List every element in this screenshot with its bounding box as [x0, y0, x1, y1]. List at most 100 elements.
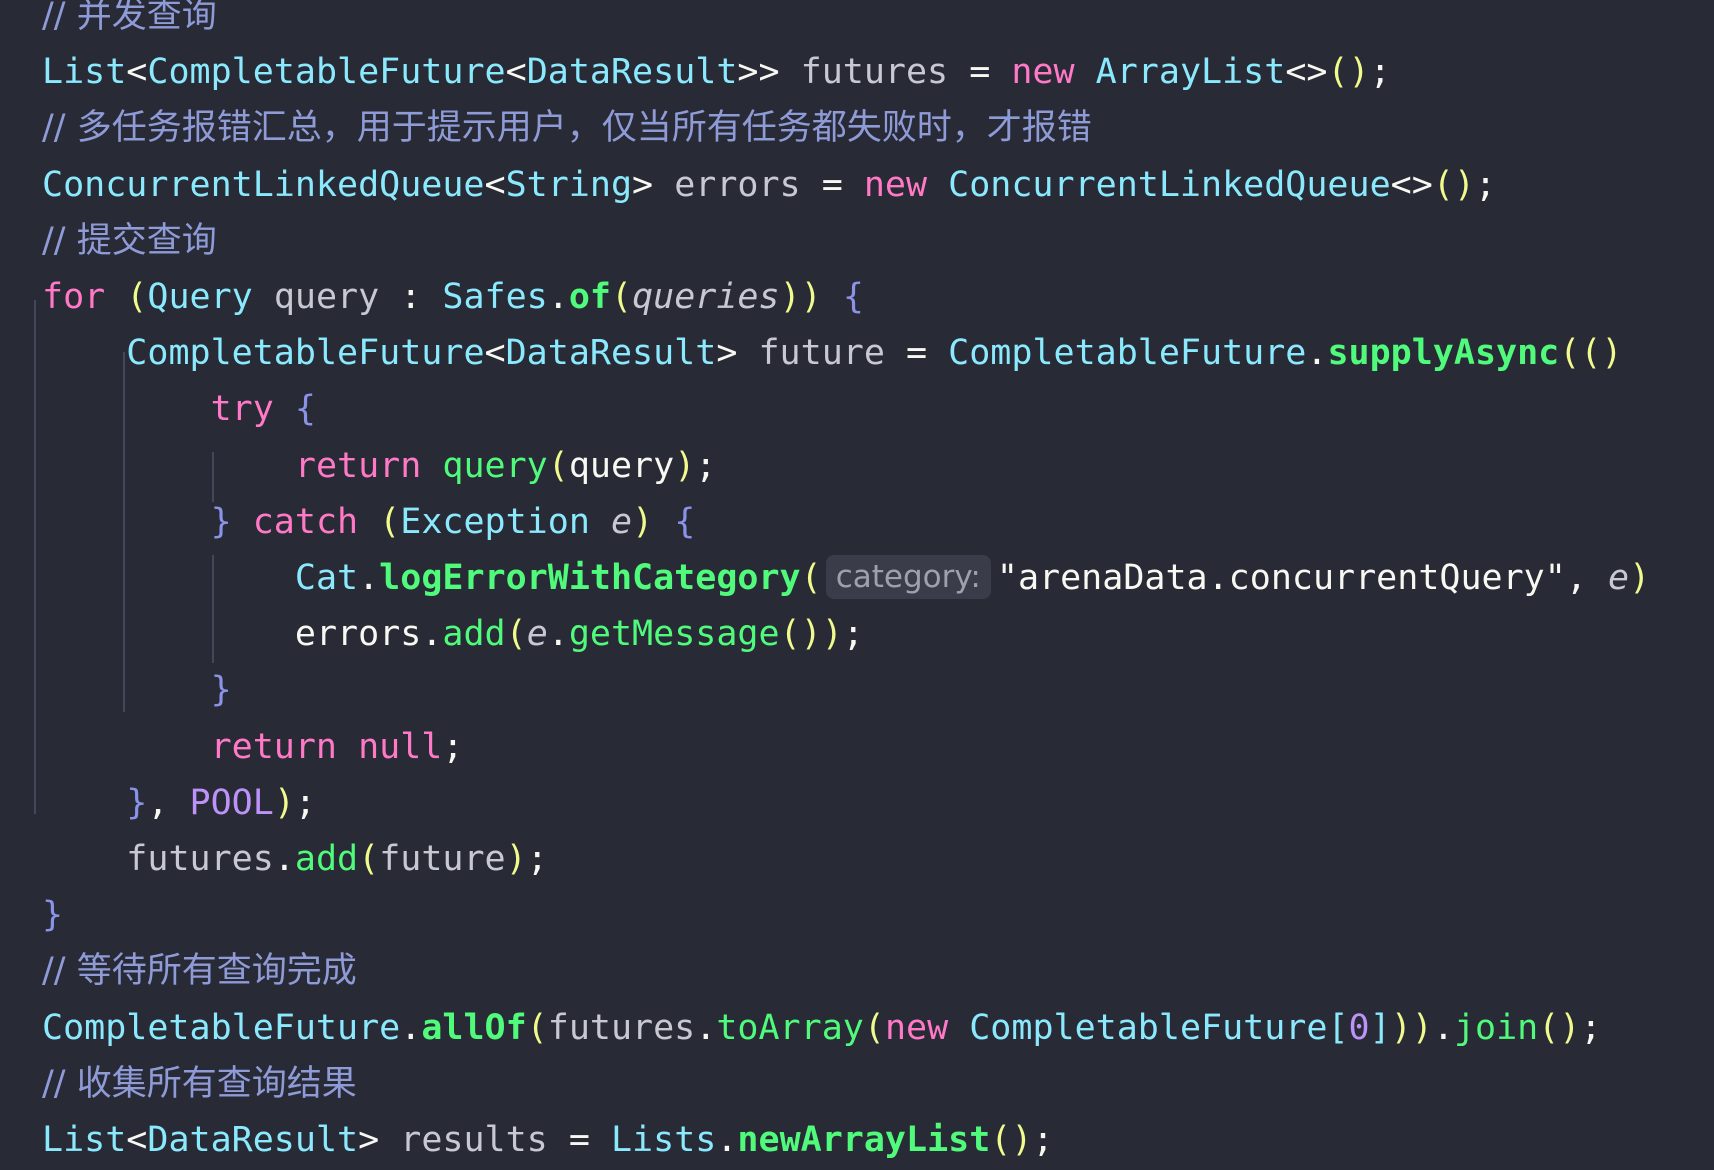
code-token: ]	[1369, 1007, 1391, 1048]
code-line[interactable]: // 并发查询	[42, 0, 217, 44]
code-token: POOL	[189, 782, 274, 823]
code-token: e	[1608, 558, 1630, 598]
code-line[interactable]: List<CompletableFuture<DataResult>> futu…	[42, 44, 1391, 100]
code-token: // 等待所有查询完成	[42, 951, 357, 992]
code-token: Query	[147, 277, 253, 317]
code-token: DataResult	[147, 1120, 359, 1160]
code-token: {	[294, 389, 316, 430]
code-token: errors	[674, 164, 801, 205]
code-token: ()	[1432, 164, 1475, 205]
code-token: }	[126, 782, 148, 823]
code-token: ()	[990, 1120, 1033, 1160]
code-token: .	[1432, 1007, 1454, 1048]
code-token: "arenaData.concurrentQuery"	[996, 558, 1566, 598]
code-token: )	[674, 445, 696, 486]
code-line[interactable]: errors.add(e.getMessage());	[42, 606, 864, 662]
code-token: Lists	[610, 1120, 717, 1160]
code-token: <>	[1285, 52, 1328, 93]
code-token: <	[126, 52, 148, 93]
code-token: // 提交查询	[42, 220, 217, 261]
code-token: supplyAsync	[1327, 333, 1560, 374]
code-token: (	[800, 558, 822, 598]
code-token: ;	[1474, 164, 1497, 205]
code-line[interactable]: // 收集所有查询结果	[42, 1056, 357, 1112]
code-token: .	[695, 1007, 717, 1048]
code-token: ArrayList	[1095, 52, 1286, 93]
code-line[interactable]: }	[42, 887, 63, 943]
code-token: {	[842, 277, 864, 317]
code-token: toArray	[716, 1007, 864, 1048]
code-token: ())	[779, 614, 843, 655]
code-line[interactable]: futures.add(future);	[42, 831, 547, 887]
code-line[interactable]: List<DataResult> results = Lists.newArra…	[42, 1112, 1054, 1168]
code-token: (	[379, 501, 401, 542]
code-token: (	[358, 839, 380, 879]
code-token: ))	[1390, 1007, 1433, 1048]
code-token: CompletableFuture	[42, 1007, 401, 1048]
code-line[interactable]: } catch (Exception e) {	[42, 494, 696, 550]
code-token: 0	[1348, 1007, 1370, 1048]
code-line[interactable]: return query(query);	[42, 438, 716, 494]
code-token: CompletableFuture	[948, 333, 1307, 374]
code-token: futures	[547, 1007, 696, 1048]
code-token: Cat	[294, 558, 359, 598]
code-token: (	[505, 614, 527, 655]
code-line[interactable]: for (Query query : Safes.of(queries)) {	[42, 269, 864, 325]
code-token: (	[547, 445, 569, 486]
code-token: logErrorWithCategory	[379, 558, 801, 598]
code-token: ()	[1538, 1007, 1581, 1048]
code-token: ()	[1327, 52, 1370, 93]
code-line[interactable]: // 多任务报错汇总，用于提示用户，仅当所有任务都失败时，才报错	[42, 100, 1092, 156]
code-token: of	[568, 277, 611, 317]
code-line[interactable]: }	[42, 662, 232, 718]
code-token: Exception	[400, 501, 590, 542]
code-token: ;	[1580, 1007, 1602, 1048]
code-editor[interactable]: // 并发查询 List<CompletableFuture<DataResult…	[0, 0, 1714, 1170]
code-token: <	[126, 1120, 148, 1160]
code-token: CompletableFuture	[969, 1007, 1328, 1048]
code-token: (()	[1559, 333, 1623, 374]
code-token: DataResult	[505, 333, 717, 374]
code-token: join	[1453, 1007, 1539, 1048]
code-line[interactable]: ConcurrentLinkedQueue<String> errors = n…	[42, 157, 1496, 213]
code-line[interactable]: try {	[42, 381, 316, 437]
code-line[interactable]: // 等待所有查询完成	[42, 943, 357, 999]
code-token: (	[526, 1007, 548, 1048]
code-line[interactable]: CompletableFuture<DataResult> future = C…	[42, 325, 1622, 381]
code-line[interactable]: }, POOL);	[42, 775, 316, 831]
code-token: errors	[294, 614, 422, 655]
code-token: results	[400, 1120, 548, 1160]
code-token: String	[505, 164, 633, 205]
code-token: queries	[632, 277, 780, 317]
code-token: DataResult	[526, 52, 738, 93]
code-token: ;	[695, 445, 717, 486]
code-line[interactable]: return null;	[42, 719, 464, 775]
code-token: futures	[126, 839, 274, 879]
parameter-hint: category:	[825, 555, 991, 599]
code-token: =	[547, 1120, 611, 1160]
code-token: =	[800, 164, 864, 205]
code-token: future	[379, 839, 506, 879]
code-token: }	[42, 895, 64, 936]
code-line[interactable]: // 提交查询	[42, 213, 217, 269]
code-line[interactable]: CompletableFuture.allOf(futures.toArray(…	[42, 1000, 1601, 1056]
code-token: query	[273, 277, 380, 317]
code-token: CompletableFuture	[126, 333, 485, 374]
code-token: try	[210, 389, 274, 430]
code-token: =	[884, 333, 949, 374]
code-line[interactable]: Cat.logErrorWithCategory(category: "arena…	[42, 550, 1650, 606]
code-token: ConcurrentLinkedQueue	[42, 164, 485, 205]
